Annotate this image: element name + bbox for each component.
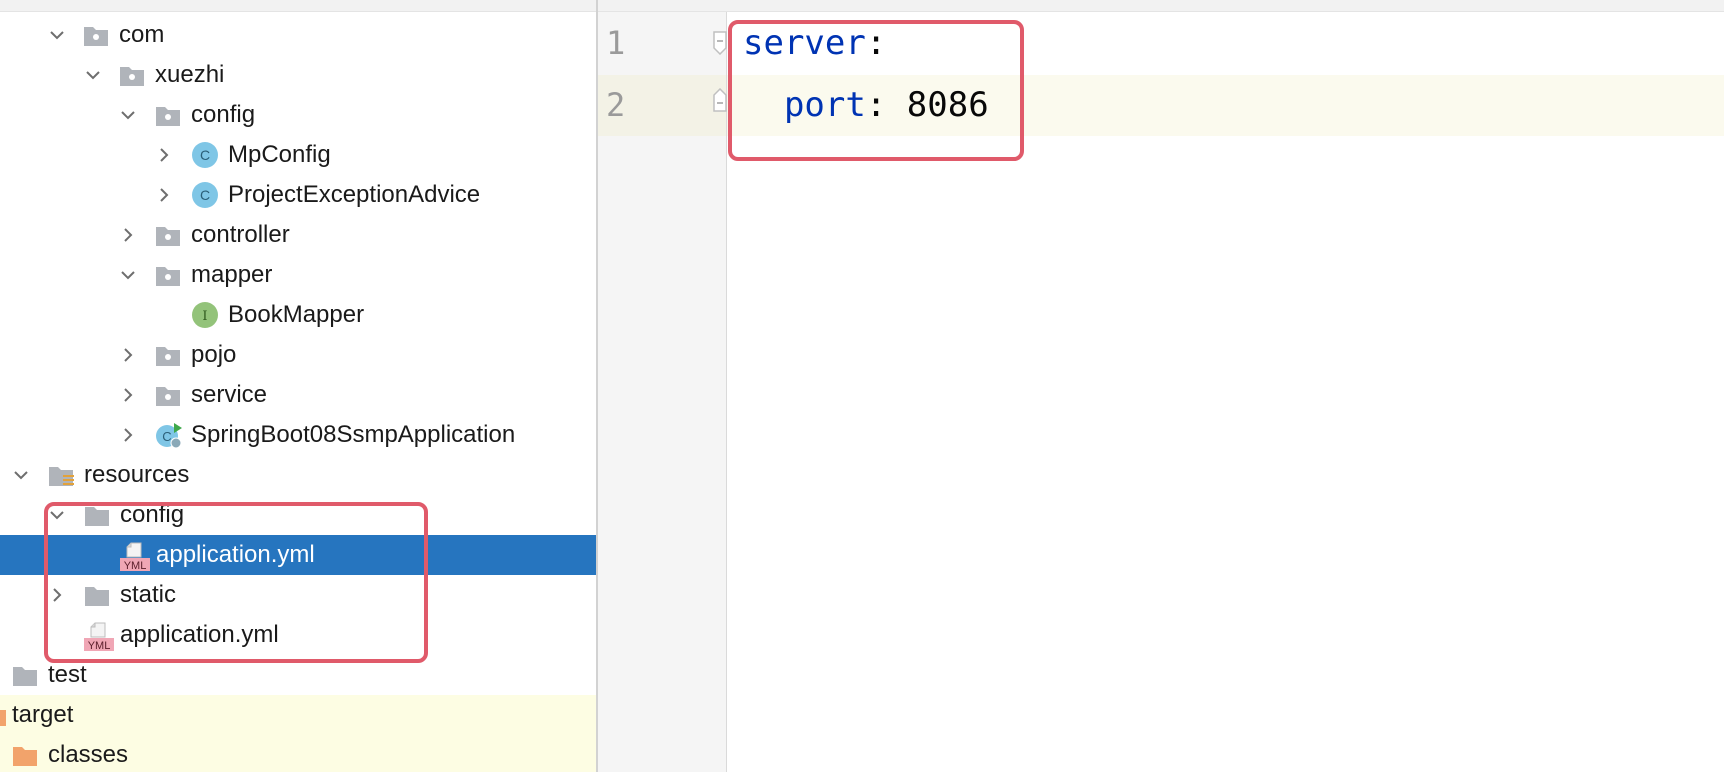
tree-item-label: test (48, 661, 87, 688)
chevron-down-icon[interactable] (121, 268, 135, 282)
fold-start-icon[interactable] (712, 31, 728, 56)
line-number: 2 (606, 86, 626, 124)
yaml-file-icon: YML (119, 542, 150, 572)
tree-item-label: static (120, 581, 177, 608)
project-tree-panel: com xuezhi config C MpConfig C ProjectEx… (0, 0, 596, 772)
tree-item-label: controller (191, 221, 290, 248)
yaml-colon: : (865, 23, 887, 63)
tree-item-mapper[interactable]: mapper (0, 255, 596, 295)
tree-item-resources[interactable]: resources (0, 455, 596, 495)
chevron-right-icon[interactable] (50, 588, 64, 602)
tree-item-bookmapper[interactable]: I BookMapper (0, 295, 596, 335)
code-editor[interactable]: 1 2 server: port: 8086 (598, 0, 1724, 772)
tree-item-application-yml[interactable]: YML application.yml (0, 615, 596, 655)
tree-item-test[interactable]: test (0, 655, 596, 695)
excluded-folder-icon (0, 702, 8, 728)
chevron-right-icon[interactable] (121, 348, 135, 362)
tree-item-controller[interactable]: controller (0, 215, 596, 255)
gutter-separator (726, 12, 727, 772)
interface-icon: I (191, 302, 219, 328)
folder-icon (11, 662, 39, 688)
fold-end-icon[interactable] (712, 87, 728, 112)
yaml-colon: : (865, 85, 907, 125)
tree-item-classes[interactable]: classes (0, 735, 596, 772)
tree-item-config-folder[interactable]: config (0, 495, 596, 535)
tree-item-label: mapper (191, 261, 273, 288)
yaml-value: 8086 (906, 85, 989, 125)
ide-window: com xuezhi config C MpConfig C ProjectEx… (0, 0, 1724, 772)
tree-item-config-application-yml[interactable]: YML application.yml (0, 535, 596, 575)
folder-icon (83, 502, 111, 528)
yaml-file-icon: YML (83, 622, 114, 652)
chevron-down-icon[interactable] (86, 68, 100, 82)
chevron-right-icon[interactable] (121, 228, 135, 242)
tree-item-label: xuezhi (155, 61, 225, 88)
tree-item-mpconfig[interactable]: C MpConfig (0, 135, 596, 175)
tree-top-strip (0, 0, 596, 12)
svg-text:I: I (202, 309, 207, 324)
tree-item-label: com (119, 21, 165, 48)
class-icon: C (191, 182, 219, 208)
tree-item-com[interactable]: com (0, 15, 596, 55)
chevron-right-icon[interactable] (121, 388, 135, 402)
package-folder-icon (154, 342, 182, 368)
svg-text:C: C (162, 429, 171, 444)
chevron-down-icon[interactable] (14, 468, 28, 482)
tree-item-label: BookMapper (228, 301, 365, 328)
tree-item-target[interactable]: target (0, 695, 596, 735)
tree-item-projectexceptionadvice[interactable]: C ProjectExceptionAdvice (0, 175, 596, 215)
package-folder-icon (154, 222, 182, 248)
tree-item-static[interactable]: static (0, 575, 596, 615)
tree-item-label: target (12, 701, 74, 728)
tree-item-service[interactable]: service (0, 375, 596, 415)
tree-item-springboot-application[interactable]: C SpringBoot08SsmpApplication (0, 415, 596, 455)
tree-item-xuezhi[interactable]: xuezhi (0, 55, 596, 95)
svg-text:YML: YML (88, 640, 111, 652)
chevron-down-icon[interactable] (50, 508, 64, 522)
tree-item-label: MpConfig (228, 141, 331, 168)
line-number: 1 (606, 24, 626, 62)
tree-item-label: resources (84, 461, 190, 488)
code-line-1[interactable]: server: (743, 13, 886, 73)
package-folder-icon (82, 22, 110, 48)
resources-folder-icon (47, 462, 75, 488)
package-folder-icon (118, 62, 146, 88)
tree-item-label: service (191, 381, 268, 408)
chevron-right-icon[interactable] (157, 188, 171, 202)
package-folder-icon (154, 102, 182, 128)
chevron-down-icon[interactable] (50, 28, 64, 42)
chevron-right-icon[interactable] (121, 428, 135, 442)
tree-item-label: config (120, 501, 185, 528)
folder-icon (83, 582, 111, 608)
tree-item-label: ProjectExceptionAdvice (228, 181, 481, 208)
yaml-key: port (783, 85, 866, 125)
chevron-down-icon[interactable] (121, 108, 135, 122)
tree-item-label: config (191, 101, 256, 128)
yaml-key: server (743, 23, 866, 63)
svg-text:C: C (200, 147, 210, 163)
tree-item-label: pojo (191, 341, 237, 368)
excluded-folder-icon (11, 742, 39, 768)
editor-top-strip (598, 0, 1724, 12)
code-line-2[interactable]: port: 8086 (743, 75, 989, 135)
tree-item-pojo[interactable]: pojo (0, 335, 596, 375)
package-folder-icon (154, 382, 182, 408)
tree-item-config-package[interactable]: config (0, 95, 596, 135)
tree-item-label: application.yml (120, 621, 279, 648)
chevron-right-icon[interactable] (157, 148, 171, 162)
package-folder-icon (154, 262, 182, 288)
svg-text:C: C (200, 187, 210, 203)
svg-text:YML: YML (124, 560, 147, 572)
class-icon: C (191, 142, 219, 168)
tree-item-label: SpringBoot08SsmpApplication (191, 421, 516, 448)
spring-boot-class-icon: C (155, 422, 183, 448)
tree-item-label: application.yml (156, 541, 315, 568)
tree-item-label: classes (48, 741, 129, 768)
